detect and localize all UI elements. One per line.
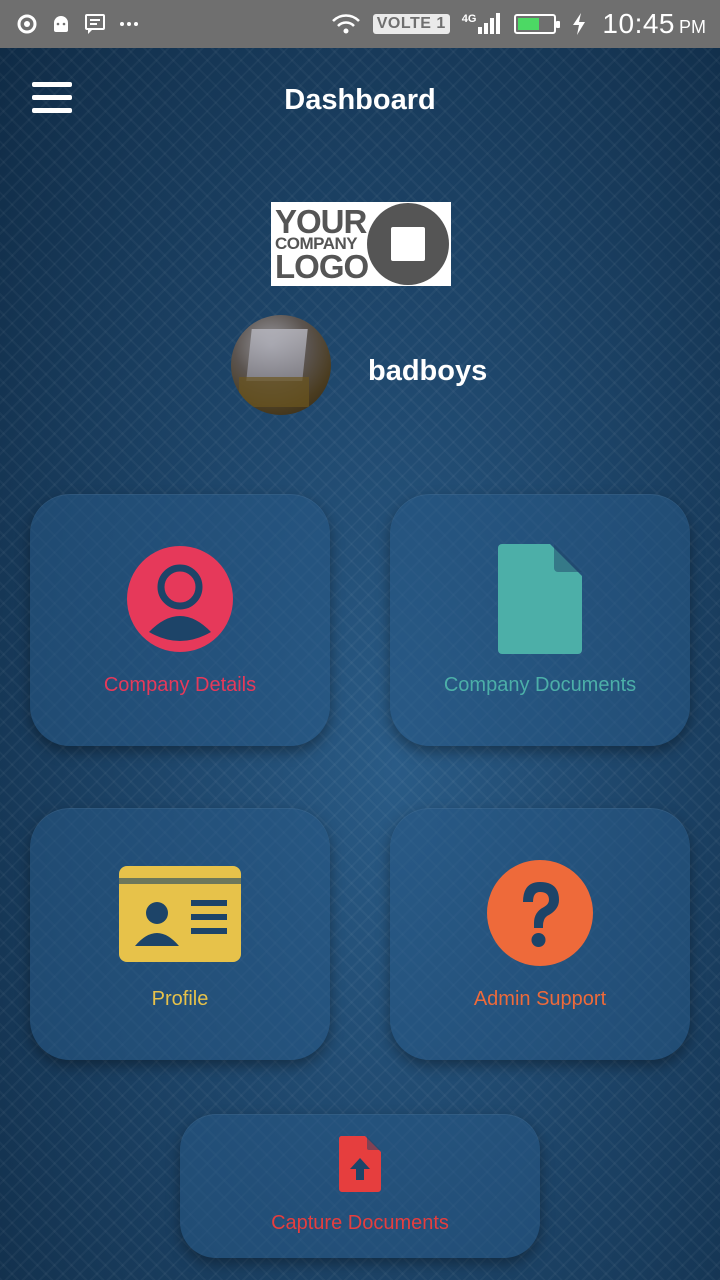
tile-label: Capture Documents (271, 1212, 449, 1234)
company-details-tile[interactable]: Company Details (30, 494, 330, 746)
clock: 10:45 PM (602, 8, 706, 40)
avatar[interactable] (231, 315, 331, 415)
wifi-icon (331, 13, 361, 35)
tile-label: Company Details (103, 674, 257, 696)
user-circle-icon (127, 546, 233, 652)
logo-line1: YOUR (275, 202, 367, 240)
clock-time: 10:45 (602, 8, 675, 39)
company-logo: YOUR COMPANY LOGO (271, 202, 451, 286)
message-icon (84, 13, 106, 35)
tile-label: Profile (151, 988, 209, 1010)
question-circle-icon (487, 860, 593, 966)
logo-line3: LOGO (275, 247, 369, 285)
capture-documents-tile[interactable]: Capture Documents (180, 1114, 540, 1258)
company-documents-tile[interactable]: Company Documents (390, 494, 690, 746)
battery-icon (514, 14, 561, 34)
username: badboys (368, 355, 488, 387)
page-title: Dashboard (284, 84, 436, 116)
network-type: 4G (461, 13, 477, 25)
status-bar: VOLTE 1 4G 10:45 PM (0, 0, 720, 48)
charging-icon (568, 13, 590, 35)
network-indicator: 4G (462, 13, 503, 35)
sync-icon (16, 13, 38, 35)
status-bar-left (16, 13, 140, 35)
profile-tile[interactable]: Profile (30, 808, 330, 1060)
app-bar: Dashboard (0, 48, 720, 152)
tile-label: Admin Support (473, 988, 607, 1010)
tile-label: Company Documents (443, 674, 637, 696)
clock-ampm: PM (679, 17, 706, 37)
id-card-icon (119, 866, 241, 962)
admin-support-tile[interactable]: Admin Support (390, 808, 690, 1060)
logo-text: YOUR COMPANY LOGO (271, 202, 369, 285)
android-icon (50, 13, 72, 35)
status-bar-right: VOLTE 1 4G 10:45 PM (331, 8, 706, 40)
document-icon (498, 544, 582, 654)
file-upload-icon (339, 1136, 381, 1192)
signal-icon (478, 13, 501, 34)
logo-mark (367, 203, 449, 285)
battery-fill (518, 18, 539, 30)
more-dots-icon (118, 13, 140, 35)
volte-badge: VOLTE 1 (372, 14, 450, 34)
